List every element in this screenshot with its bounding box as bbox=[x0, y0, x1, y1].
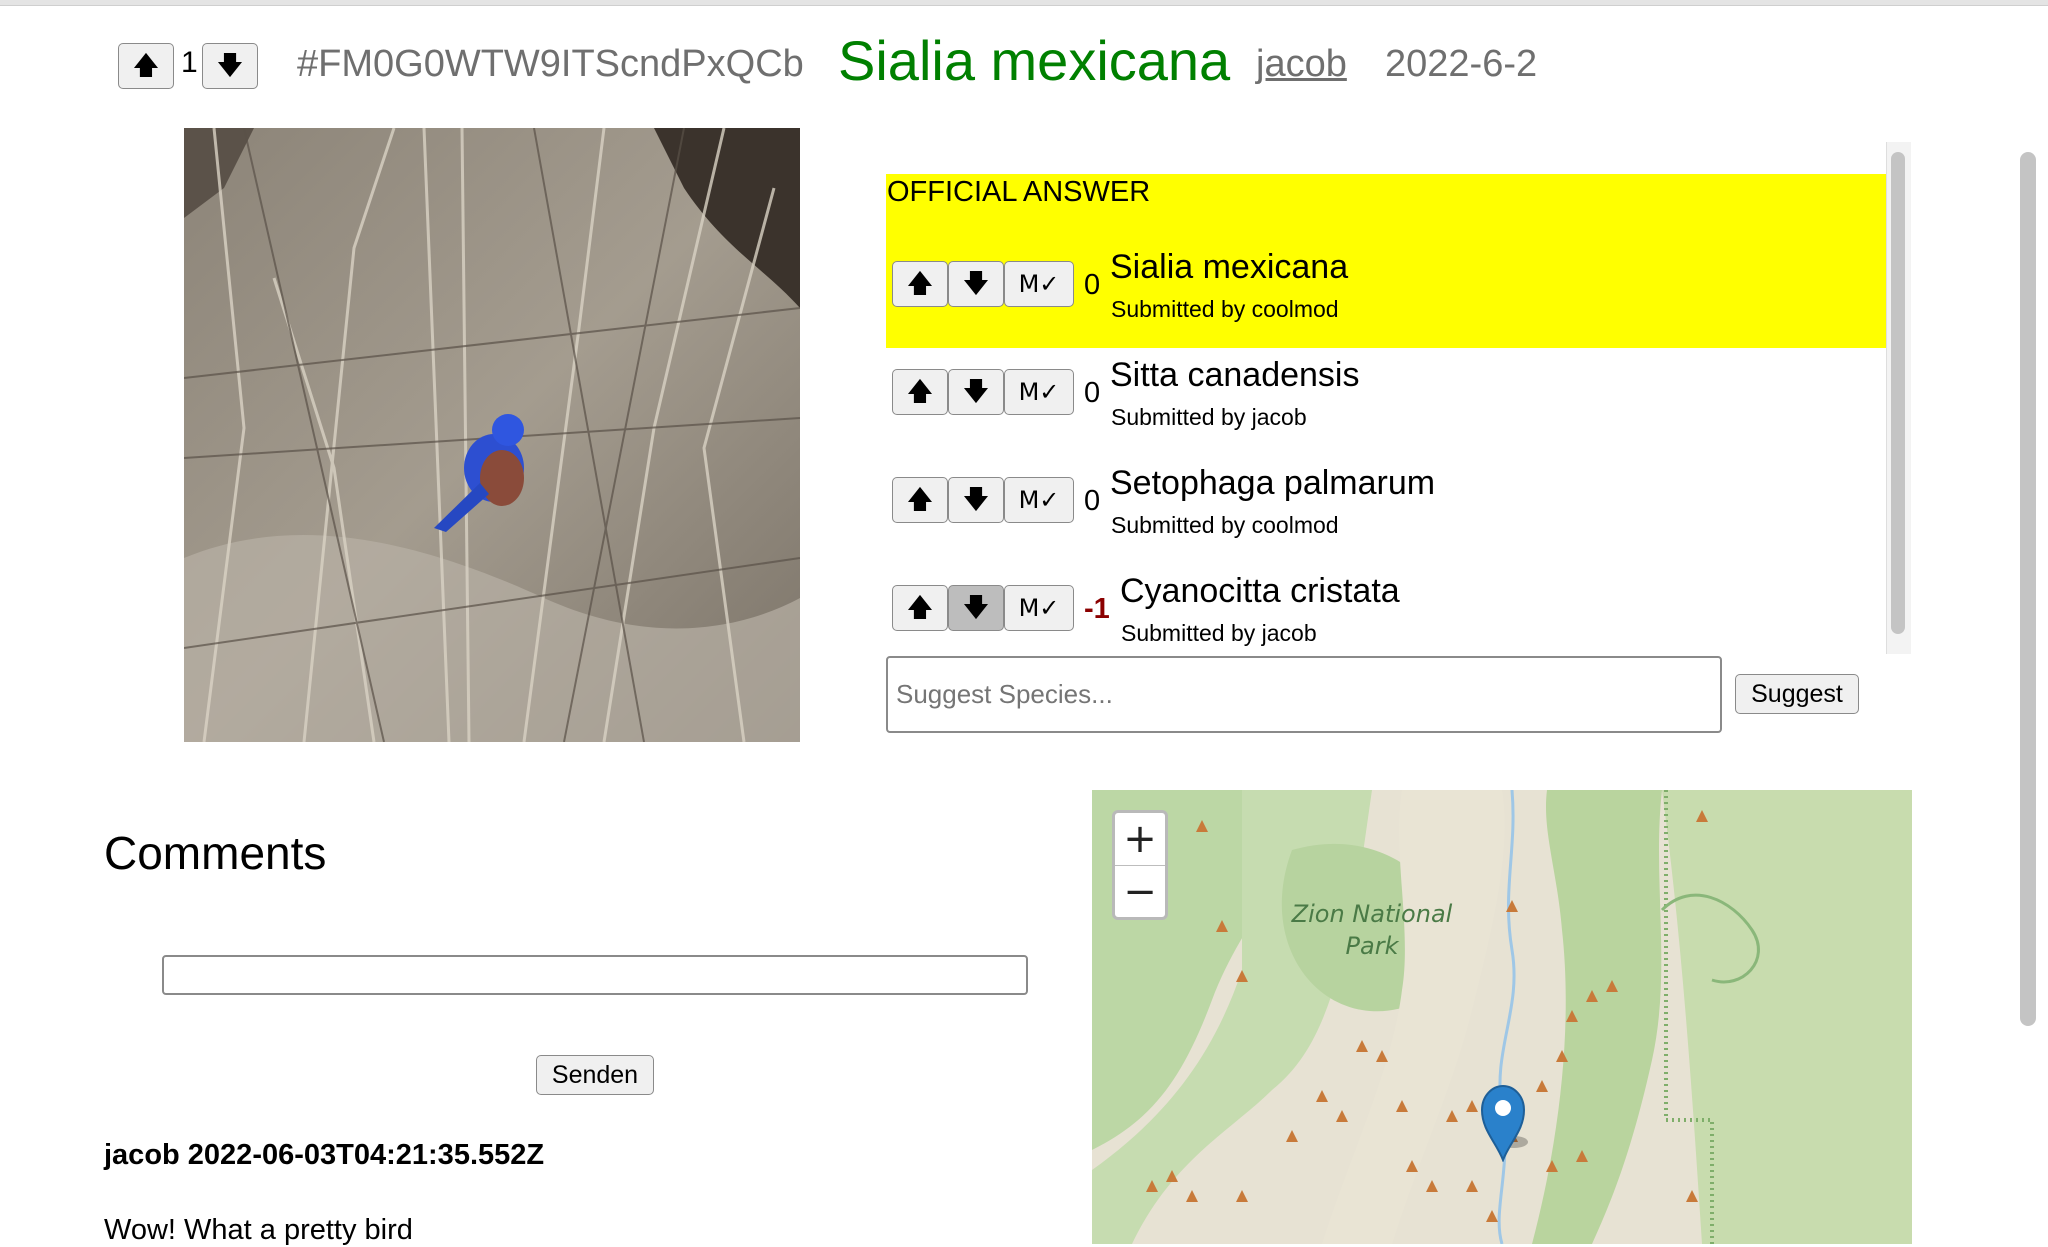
map-zoom-control: + − bbox=[1112, 810, 1168, 920]
browser-top-edge bbox=[0, 0, 2048, 6]
map-tiles: Zion National Park bbox=[1092, 790, 1912, 1244]
answer-submitter: Submitted by jacob bbox=[1121, 620, 1317, 646]
downvote-answer-button[interactable]: 🡇 bbox=[948, 585, 1004, 631]
answer-species: Cyanocitta cristata bbox=[1120, 572, 1400, 610]
observation-vote-count: 1 bbox=[181, 46, 198, 79]
map-place-label: Zion National bbox=[1291, 900, 1453, 928]
map-pin-icon[interactable] bbox=[1478, 1082, 1534, 1162]
page-scrollbar-thumb[interactable] bbox=[2020, 152, 2036, 1026]
mod-approve-button[interactable]: M✓ bbox=[1004, 477, 1074, 523]
answer-species: Sitta canadensis bbox=[1110, 356, 1360, 394]
downvote-observation-button[interactable]: 🡇 bbox=[202, 43, 258, 89]
observer-link[interactable]: jacob bbox=[1256, 43, 1347, 86]
answer-submitter: Submitted by jacob bbox=[1111, 404, 1307, 430]
comment-body: Wow! What a pretty bird bbox=[104, 1214, 413, 1246]
answer-submitter: Submitted by coolmod bbox=[1111, 512, 1339, 538]
mod-approve-button[interactable]: M✓ bbox=[1004, 585, 1074, 631]
comments-heading: Comments bbox=[104, 827, 327, 879]
upvote-answer-button[interactable]: 🡅 bbox=[892, 477, 948, 523]
comment-input[interactable] bbox=[162, 955, 1028, 995]
downvote-answer-button[interactable]: 🡇 bbox=[948, 477, 1004, 523]
observation-photo bbox=[184, 128, 800, 742]
upvote-answer-button[interactable]: 🡅 bbox=[892, 585, 948, 631]
suggest-button[interactable]: Suggest bbox=[1735, 674, 1859, 714]
observation-id: #FM0G0WTW9ITScndPxQCb bbox=[297, 43, 804, 85]
send-comment-button[interactable]: Senden bbox=[536, 1055, 654, 1095]
upvote-answer-button[interactable]: 🡅 bbox=[892, 369, 948, 415]
answer-score: 0 bbox=[1084, 377, 1101, 409]
answer-species: Sialia mexicana bbox=[1110, 248, 1349, 286]
suggest-species-input[interactable] bbox=[886, 656, 1722, 733]
upvote-observation-button[interactable]: 🡅 bbox=[118, 43, 174, 89]
map-place-label: Park bbox=[1346, 932, 1400, 960]
upvote-answer-button[interactable]: 🡅 bbox=[892, 261, 948, 307]
answer-submitter: Submitted by coolmod bbox=[1111, 296, 1339, 322]
downvote-answer-button[interactable]: 🡇 bbox=[948, 261, 1004, 307]
answer-score: 0 bbox=[1084, 485, 1101, 517]
zoom-in-button[interactable]: + bbox=[1115, 813, 1165, 865]
location-map[interactable]: Zion National Park + − bbox=[1092, 790, 1912, 1244]
answer-score-negative: -1 bbox=[1084, 593, 1110, 625]
comment-header: jacob 2022-06-03T04:21:35.552Z bbox=[104, 1139, 545, 1171]
answers-scrollbar-thumb[interactable] bbox=[1891, 152, 1905, 634]
answer-species: Setophaga palmarum bbox=[1110, 464, 1436, 502]
observation-date: 2022-6-2 bbox=[1385, 43, 1538, 85]
answer-score: 0 bbox=[1084, 269, 1101, 301]
observation-species-title: Sialia mexicana bbox=[838, 29, 1231, 92]
mod-approve-button[interactable]: M✓ bbox=[1004, 261, 1074, 307]
official-answer-label: OFFICIAL ANSWER bbox=[887, 176, 1151, 208]
downvote-answer-button[interactable]: 🡇 bbox=[948, 369, 1004, 415]
mod-approve-button[interactable]: M✓ bbox=[1004, 369, 1074, 415]
zoom-out-button[interactable]: − bbox=[1115, 866, 1165, 918]
